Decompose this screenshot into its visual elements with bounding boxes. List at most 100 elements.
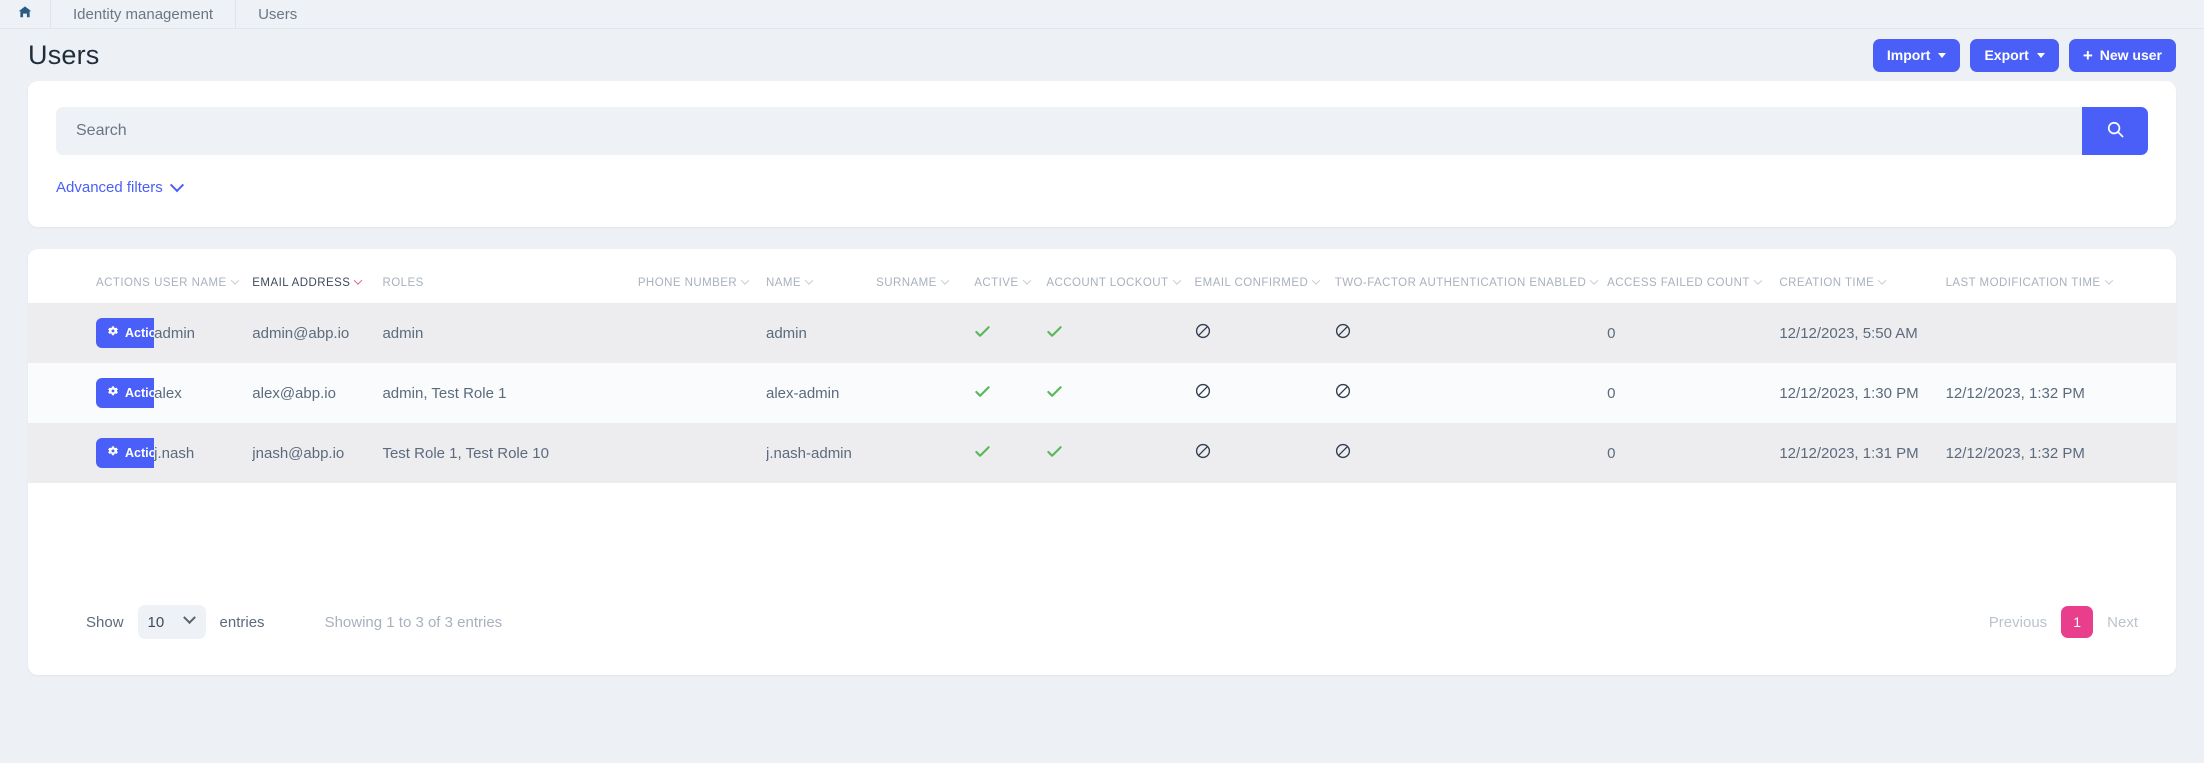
gear-icon [107,445,119,461]
users-table-card: ACTIONS USER NAME EMAIL ADDRESS ROLES PH… [28,249,2176,675]
cell-name: j.nash-admin [765,444,852,462]
cell-name: alex-admin [765,384,840,402]
cell-actions: Actions [28,423,155,483]
row-actions-button[interactable]: Actions [96,438,155,468]
cell-phone [638,423,766,483]
table-footer: Show 10 25 50 100 entries Showing 1 to 3… [28,579,2176,661]
pagination-next[interactable]: Next [2107,614,2138,631]
column-header-active[interactable]: ACTIVE [974,249,1046,303]
import-button-label: Import [1886,47,1931,63]
page-header: Users Import Export + New user [0,29,2204,81]
table-row[interactable]: Actions admin admin@abp.io admin admin [28,303,2176,363]
row-actions-label: Actions [125,386,155,400]
sort-chevron-icon [1311,275,1321,285]
cell-last-modification-time: 12/12/2023, 1:32 PM [1945,444,2085,462]
pagination-page-1[interactable]: 1 [2061,606,2094,638]
column-header-account-lockout[interactable]: ACCOUNT LOCKOUT [1046,249,1194,303]
cell-phone [638,303,766,363]
page-title: Users [28,39,100,70]
sort-chevron-icon [740,275,750,285]
table-header-row: ACTIONS USER NAME EMAIL ADDRESS ROLES PH… [28,249,2176,303]
cell-email: alex@abp.io [252,384,336,402]
export-button[interactable]: Export [1970,38,2059,72]
table-empty-space-cell [28,483,2176,579]
sort-chevron-icon [2104,275,2113,285]
chevron-down-icon [1938,52,1947,58]
row-actions-button[interactable]: Actions [96,318,155,348]
search-button[interactable] [2082,107,2148,155]
ban-icon [1195,443,1335,463]
cell-email-confirmed [1195,363,1335,423]
export-button-label: Export [1984,47,2029,63]
cell-roles: Test Role 1, Test Role 10 [382,444,549,462]
cell-email-confirmed [1195,303,1335,363]
breadcrumb-item-users[interactable]: Users [236,0,319,28]
column-header-actions[interactable]: ACTIONS [28,249,154,303]
new-user-button-label: New user [2099,47,2162,63]
plus-icon: + [2082,45,2093,65]
cell-roles: admin [382,324,424,342]
column-header-access-failed-count[interactable]: ACCESS FAILED COUNT [1607,249,1779,303]
column-header-label: PHONE NUMBER [637,277,738,289]
ban-icon [1335,323,1607,343]
pagination-left: Show 10 25 50 100 entries Showing 1 to 3… [86,605,502,639]
sort-chevron-icon [804,275,814,285]
column-header-label: EMAIL CONFIRMED [1194,277,1309,289]
sort-chevron-icon [354,275,363,285]
column-header-label: SURNAME [876,277,937,289]
cell-last-modification-time: 12/12/2023, 1:32 PM [1945,384,2085,402]
column-header-creation-time[interactable]: CREATION TIME [1779,249,1945,303]
cell-two-factor [1335,303,1607,363]
advanced-filters-label: Advanced filters [56,179,163,196]
column-header-two-factor-authentication-enabled[interactable]: TWO-FACTOR AUTHENTICATION ENABLED [1335,249,1607,303]
cell-phone [638,363,766,423]
column-header-name[interactable]: NAME [766,249,876,303]
pagination-right: Previous 1 Next [1989,606,2138,638]
ban-icon [1335,443,1607,463]
search-input[interactable] [56,107,2082,155]
column-header-phone-number[interactable]: PHONE NUMBER [638,249,766,303]
ban-icon [1195,323,1335,343]
entries-label: entries [219,613,265,631]
cell-access-failed-count: 0 [1607,384,1616,402]
cell-account-lockout [1046,363,1194,423]
table-row[interactable]: Actions j.nash jnash@abp.io Test Role 1,… [28,423,2176,483]
column-header-label: NAME [765,277,802,289]
table-empty-space [28,483,2176,579]
column-header-email-confirmed[interactable]: EMAIL CONFIRMED [1195,249,1335,303]
sort-chevron-icon [1877,275,1887,285]
check-icon [974,443,1046,464]
check-icon [1046,383,1194,404]
breadcrumb-home[interactable] [0,0,51,28]
search-icon [2106,120,2125,142]
advanced-filters-toggle[interactable]: Advanced filters [56,177,184,196]
cell-access-failed-count: 0 [1607,324,1616,342]
column-header-last-modification-time[interactable]: LAST MODIFICATION TIME [1946,249,2176,303]
home-icon [18,5,32,23]
import-button[interactable]: Import [1872,38,1961,72]
column-header-roles[interactable]: ROLES [382,249,637,303]
cell-account-lockout [1046,423,1194,483]
column-header-user-name[interactable]: USER NAME [154,249,252,303]
breadcrumb-item-identity-management[interactable]: Identity management [51,0,237,28]
showing-entries-text: Showing 1 to 3 of 3 entries [324,613,503,631]
column-header-surname[interactable]: SURNAME [876,249,974,303]
cell-surname [876,363,974,423]
new-user-button[interactable]: + New user [2068,38,2176,72]
table-row[interactable]: Actions alex alex@abp.io admin, Test Rol… [28,363,2176,423]
cell-email: admin@abp.io [252,324,350,342]
sort-chevron-icon [1753,275,1763,285]
cell-actions: Actions [28,363,155,423]
table-body: Actions admin admin@abp.io admin admin [28,303,2176,579]
header-actions: Import Export + New user [1872,38,2176,72]
cell-two-factor [1335,423,1607,483]
page-size-select[interactable]: 10 25 50 100 [137,605,206,639]
pagination-previous[interactable]: Previous [1989,614,2047,631]
column-header-email-address[interactable]: EMAIL ADDRESS [252,249,382,303]
cell-active [974,423,1046,483]
check-icon [974,383,1046,404]
row-actions-button[interactable]: Actions [96,378,155,408]
sort-chevron-icon [1022,275,1031,285]
gear-icon [107,385,119,401]
search-row [56,107,2148,155]
